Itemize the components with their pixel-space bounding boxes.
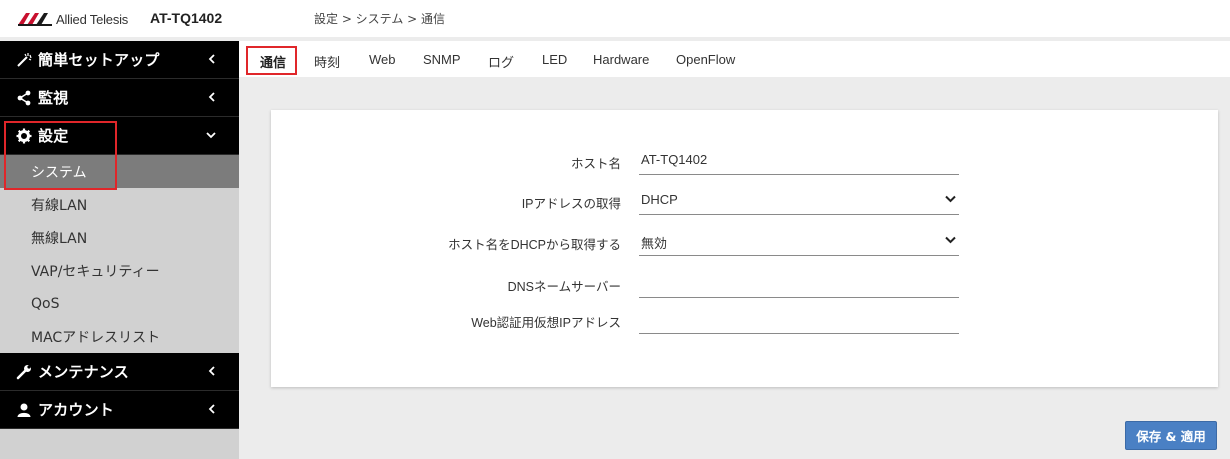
- sidebar-item-account[interactable]: アカウント: [0, 391, 239, 429]
- chevron-left-icon: [208, 92, 215, 102]
- tab-time[interactable]: 時刻: [314, 52, 340, 71]
- web-auth-ip-label: Web認証用仮想IPアドレス: [471, 316, 621, 330]
- hostname-dhcp-label: ホスト名をDHCPから取得する: [448, 238, 621, 252]
- save-apply-button[interactable]: 保存 & 適用: [1125, 421, 1217, 450]
- brand-logo[interactable]: Allied Telesis: [18, 10, 128, 28]
- allied-telesis-logo-icon: [18, 13, 52, 26]
- sidebar-item-label: メンテナンス: [38, 363, 129, 381]
- tab-communication[interactable]: 通信: [260, 52, 286, 71]
- device-model: AT-TQ1402: [150, 10, 223, 26]
- sidebar-item-maintenance[interactable]: メンテナンス: [0, 353, 239, 391]
- dns-server-label: DNSネームサーバー: [507, 280, 621, 294]
- chevron-down-icon: [206, 132, 216, 139]
- sidebar-item-easy-setup[interactable]: 簡単セットアップ: [0, 41, 239, 79]
- sidebar-subitem-mac-list[interactable]: MACアドレスリスト: [0, 320, 239, 353]
- sidebar-subitem-wired-lan[interactable]: 有線LAN: [0, 188, 239, 221]
- sidebar-subitem-qos[interactable]: QoS: [0, 287, 239, 320]
- tab-log[interactable]: ログ: [488, 52, 514, 71]
- sidebar-subitem-vap-security[interactable]: VAP/セキュリティー: [0, 254, 239, 287]
- sidebar-item-label: 簡単セットアップ: [38, 51, 160, 69]
- chevron-left-icon: [208, 366, 215, 376]
- sidebar-item-label: アカウント: [38, 401, 115, 419]
- magic-wand-icon: [16, 52, 32, 68]
- tab-bar: 通信 時刻 Web SNMP ログ LED Hardware OpenFlow: [239, 41, 1230, 77]
- sidebar-subitem-wireless-lan[interactable]: 無線LAN: [0, 221, 239, 254]
- sidebar-item-label: 設定: [38, 127, 69, 145]
- hostname-dhcp-select[interactable]: 無効: [639, 226, 959, 256]
- hostname-label: ホスト名: [570, 157, 621, 171]
- top-header: Allied Telesis AT-TQ1402 設定 > システム > 通信: [0, 0, 1230, 37]
- form-row-web-auth-ip: Web認証用仮想IPアドレス: [271, 304, 1218, 334]
- share-icon: [16, 90, 32, 106]
- form-row-hostname: ホスト名 AT-TQ1402: [271, 145, 1218, 175]
- form-row-dns-server: DNSネームサーバー: [271, 268, 1218, 298]
- sidebar-item-settings[interactable]: 設定: [0, 117, 239, 155]
- chevron-down-icon: [945, 195, 956, 203]
- dns-server-input[interactable]: [639, 268, 959, 298]
- tab-snmp[interactable]: SNMP: [423, 52, 461, 67]
- tab-led[interactable]: LED: [542, 52, 567, 67]
- form-row-ip-acquire: IPアドレスの取得 DHCP: [271, 185, 1218, 215]
- hostname-dhcp-value: 無効: [641, 236, 668, 251]
- sidebar-item-monitor[interactable]: 監視: [0, 79, 239, 117]
- wrench-icon: [16, 364, 32, 380]
- communication-settings-panel: ホスト名 AT-TQ1402 IPアドレスの取得 DHCP ホスト名をDHCPか…: [271, 110, 1218, 387]
- sidebar-subitem-system[interactable]: システム: [0, 155, 239, 188]
- chevron-left-icon: [208, 54, 215, 64]
- chevron-left-icon: [208, 404, 215, 414]
- hostname-value: AT-TQ1402: [641, 152, 708, 167]
- ip-acquire-select[interactable]: DHCP: [639, 185, 959, 215]
- hostname-input[interactable]: AT-TQ1402: [639, 145, 959, 175]
- sidebar: 簡単セットアップ 監視 設定 システム 有線LAN 無線LAN VAP/セキュリ…: [0, 41, 239, 459]
- ip-acquire-label: IPアドレスの取得: [521, 197, 621, 211]
- tab-hardware[interactable]: Hardware: [593, 52, 649, 67]
- web-auth-ip-input[interactable]: [639, 304, 959, 334]
- tab-openflow[interactable]: OpenFlow: [676, 52, 735, 67]
- chevron-down-icon: [945, 236, 956, 244]
- sidebar-item-label: 監視: [38, 89, 69, 107]
- breadcrumb: 設定 > システム > 通信: [314, 12, 446, 26]
- gear-icon: [16, 128, 32, 144]
- form-row-hostname-dhcp: ホスト名をDHCPから取得する 無効: [271, 226, 1218, 256]
- tab-web[interactable]: Web: [369, 52, 396, 67]
- brand-name: Allied Telesis: [56, 11, 129, 27]
- user-icon: [16, 402, 32, 418]
- ip-acquire-value: DHCP: [641, 192, 678, 207]
